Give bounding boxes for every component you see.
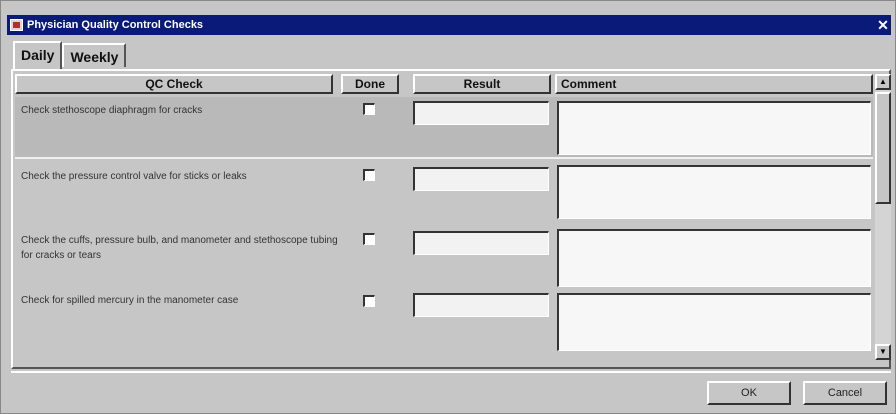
- tab-strip: Daily Weekly: [13, 41, 127, 69]
- qc-dialog-window: Physician Quality Control Checks ✕ Daily…: [0, 0, 896, 414]
- column-header-done[interactable]: Done: [341, 74, 399, 94]
- comment-field[interactable]: [557, 165, 871, 219]
- comment-field[interactable]: [557, 101, 871, 155]
- done-checkbox[interactable]: [363, 233, 375, 245]
- scroll-down-icon[interactable]: ▼: [875, 344, 891, 360]
- scroll-up-icon[interactable]: ▲: [875, 74, 891, 90]
- table-row[interactable]: Check stethoscope diaphragm for cracks: [15, 97, 873, 159]
- qc-check-text: Check for spilled mercury in the manomet…: [21, 295, 239, 306]
- qc-check-text: Check the cuffs, pressure bulb, and mano…: [21, 235, 338, 261]
- app-icon: [10, 19, 23, 31]
- done-checkbox[interactable]: [363, 169, 375, 181]
- result-field[interactable]: [413, 101, 549, 125]
- qc-check-text: Check stethoscope diaphragm for cracks: [21, 105, 203, 116]
- done-checkbox[interactable]: [363, 295, 375, 307]
- scroll-thumb[interactable]: [875, 92, 891, 204]
- tab-daily[interactable]: Daily: [13, 41, 63, 69]
- window-title: Physician Quality Control Checks: [27, 19, 204, 31]
- column-header-result[interactable]: Result: [413, 74, 551, 94]
- column-header-comment[interactable]: Comment: [555, 74, 873, 94]
- tab-weekly[interactable]: Weekly: [62, 43, 127, 67]
- comment-field[interactable]: [557, 229, 871, 287]
- close-icon[interactable]: ✕: [875, 17, 891, 33]
- ok-button[interactable]: OK: [707, 381, 791, 405]
- vertical-scrollbar[interactable]: ▲ ▼: [875, 74, 891, 360]
- comment-field[interactable]: [557, 293, 871, 351]
- column-header-qc-check[interactable]: QC Check: [15, 74, 333, 94]
- qc-check-text: Check the pressure control valve for sti…: [21, 171, 247, 182]
- footer-divider: [11, 371, 891, 373]
- table-row[interactable]: Check for spilled mercury in the manomet…: [15, 291, 873, 361]
- title-bar: Physician Quality Control Checks ✕: [7, 15, 891, 35]
- result-field[interactable]: [413, 167, 549, 191]
- cancel-button[interactable]: Cancel: [803, 381, 887, 405]
- result-field[interactable]: [413, 231, 549, 255]
- result-field[interactable]: [413, 293, 549, 317]
- done-checkbox[interactable]: [363, 103, 375, 115]
- table-row[interactable]: Check the pressure control valve for sti…: [15, 163, 873, 225]
- table-row[interactable]: Check the cuffs, pressure bulb, and mano…: [15, 227, 873, 289]
